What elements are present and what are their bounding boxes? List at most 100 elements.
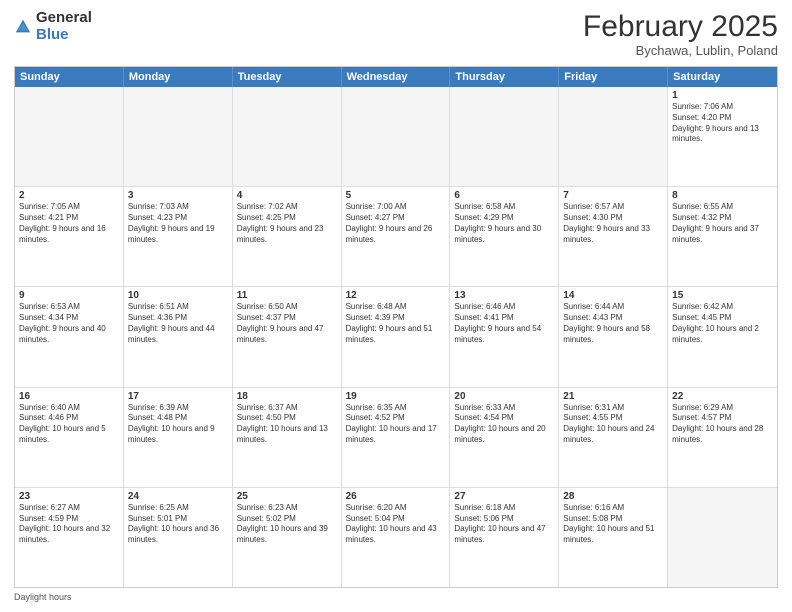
- day-number: 10: [128, 290, 228, 301]
- cell-info: Sunrise: 6:25 AM Sunset: 5:01 PM Dayligh…: [128, 503, 228, 546]
- cell-info: Sunrise: 6:57 AM Sunset: 4:30 PM Dayligh…: [563, 202, 663, 245]
- calendar-row: 23Sunrise: 6:27 AM Sunset: 4:59 PM Dayli…: [15, 487, 777, 587]
- logo-icon: [14, 18, 32, 36]
- calendar-row: 1Sunrise: 7:06 AM Sunset: 4:20 PM Daylig…: [15, 87, 777, 186]
- calendar-cell: [124, 87, 233, 186]
- weekday-header: Saturday: [668, 67, 777, 87]
- day-number: 8: [672, 190, 773, 201]
- day-number: 12: [346, 290, 446, 301]
- cell-info: Sunrise: 6:46 AM Sunset: 4:41 PM Dayligh…: [454, 302, 554, 345]
- cell-info: Sunrise: 6:16 AM Sunset: 5:08 PM Dayligh…: [563, 503, 663, 546]
- calendar-cell: [559, 87, 668, 186]
- day-number: 27: [454, 491, 554, 502]
- day-number: 19: [346, 391, 446, 402]
- footer-note: Daylight hours: [14, 592, 778, 602]
- cell-info: Sunrise: 6:39 AM Sunset: 4:48 PM Dayligh…: [128, 403, 228, 446]
- cell-info: Sunrise: 7:00 AM Sunset: 4:27 PM Dayligh…: [346, 202, 446, 245]
- cell-info: Sunrise: 7:02 AM Sunset: 4:25 PM Dayligh…: [237, 202, 337, 245]
- day-number: 18: [237, 391, 337, 402]
- title-block: February 2025 Bychawa, Lublin, Poland: [583, 10, 778, 58]
- day-number: 25: [237, 491, 337, 502]
- calendar: SundayMondayTuesdayWednesdayThursdayFrid…: [14, 66, 778, 588]
- day-number: 7: [563, 190, 663, 201]
- cell-info: Sunrise: 6:29 AM Sunset: 4:57 PM Dayligh…: [672, 403, 773, 446]
- cell-info: Sunrise: 6:48 AM Sunset: 4:39 PM Dayligh…: [346, 302, 446, 345]
- calendar-cell: 7Sunrise: 6:57 AM Sunset: 4:30 PM Daylig…: [559, 187, 668, 286]
- day-number: 24: [128, 491, 228, 502]
- day-number: 16: [19, 391, 119, 402]
- day-number: 20: [454, 391, 554, 402]
- calendar-cell: 12Sunrise: 6:48 AM Sunset: 4:39 PM Dayli…: [342, 287, 451, 386]
- calendar-cell: 16Sunrise: 6:40 AM Sunset: 4:46 PM Dayli…: [15, 388, 124, 487]
- header: General Blue February 2025 Bychawa, Lubl…: [14, 10, 778, 58]
- calendar-cell: 1Sunrise: 7:06 AM Sunset: 4:20 PM Daylig…: [668, 87, 777, 186]
- weekday-header: Friday: [559, 67, 668, 87]
- cell-info: Sunrise: 6:42 AM Sunset: 4:45 PM Dayligh…: [672, 302, 773, 345]
- day-number: 11: [237, 290, 337, 301]
- day-number: 26: [346, 491, 446, 502]
- day-number: 28: [563, 491, 663, 502]
- logo-general: General: [36, 10, 92, 27]
- cell-info: Sunrise: 6:58 AM Sunset: 4:29 PM Dayligh…: [454, 202, 554, 245]
- day-number: 1: [672, 90, 773, 101]
- calendar-cell: 21Sunrise: 6:31 AM Sunset: 4:55 PM Dayli…: [559, 388, 668, 487]
- calendar-cell: 10Sunrise: 6:51 AM Sunset: 4:36 PM Dayli…: [124, 287, 233, 386]
- day-number: 6: [454, 190, 554, 201]
- cell-info: Sunrise: 6:50 AM Sunset: 4:37 PM Dayligh…: [237, 302, 337, 345]
- day-number: 13: [454, 290, 554, 301]
- day-number: 23: [19, 491, 119, 502]
- weekday-header: Tuesday: [233, 67, 342, 87]
- cell-info: Sunrise: 6:37 AM Sunset: 4:50 PM Dayligh…: [237, 403, 337, 446]
- calendar-cell: 5Sunrise: 7:00 AM Sunset: 4:27 PM Daylig…: [342, 187, 451, 286]
- calendar-cell: 13Sunrise: 6:46 AM Sunset: 4:41 PM Dayli…: [450, 287, 559, 386]
- calendar-cell: 25Sunrise: 6:23 AM Sunset: 5:02 PM Dayli…: [233, 488, 342, 587]
- cell-info: Sunrise: 7:06 AM Sunset: 4:20 PM Dayligh…: [672, 102, 773, 145]
- calendar-cell: [342, 87, 451, 186]
- cell-info: Sunrise: 6:55 AM Sunset: 4:32 PM Dayligh…: [672, 202, 773, 245]
- cell-info: Sunrise: 6:40 AM Sunset: 4:46 PM Dayligh…: [19, 403, 119, 446]
- cell-info: Sunrise: 6:35 AM Sunset: 4:52 PM Dayligh…: [346, 403, 446, 446]
- calendar-cell: 27Sunrise: 6:18 AM Sunset: 5:06 PM Dayli…: [450, 488, 559, 587]
- calendar-row: 16Sunrise: 6:40 AM Sunset: 4:46 PM Dayli…: [15, 387, 777, 487]
- cell-info: Sunrise: 6:33 AM Sunset: 4:54 PM Dayligh…: [454, 403, 554, 446]
- calendar-cell: 9Sunrise: 6:53 AM Sunset: 4:34 PM Daylig…: [15, 287, 124, 386]
- calendar-cell: 4Sunrise: 7:02 AM Sunset: 4:25 PM Daylig…: [233, 187, 342, 286]
- logo-blue: Blue: [36, 27, 92, 44]
- cell-info: Sunrise: 6:51 AM Sunset: 4:36 PM Dayligh…: [128, 302, 228, 345]
- cell-info: Sunrise: 6:20 AM Sunset: 5:04 PM Dayligh…: [346, 503, 446, 546]
- weekday-header: Monday: [124, 67, 233, 87]
- weekday-header: Sunday: [15, 67, 124, 87]
- calendar-cell: [233, 87, 342, 186]
- month-title: February 2025: [583, 10, 778, 43]
- cell-info: Sunrise: 6:27 AM Sunset: 4:59 PM Dayligh…: [19, 503, 119, 546]
- day-number: 5: [346, 190, 446, 201]
- calendar-cell: 11Sunrise: 6:50 AM Sunset: 4:37 PM Dayli…: [233, 287, 342, 386]
- calendar-row: 2Sunrise: 7:05 AM Sunset: 4:21 PM Daylig…: [15, 186, 777, 286]
- day-number: 15: [672, 290, 773, 301]
- calendar-cell: 14Sunrise: 6:44 AM Sunset: 4:43 PM Dayli…: [559, 287, 668, 386]
- calendar-cell: [450, 87, 559, 186]
- calendar-cell: 26Sunrise: 6:20 AM Sunset: 5:04 PM Dayli…: [342, 488, 451, 587]
- calendar-body: 1Sunrise: 7:06 AM Sunset: 4:20 PM Daylig…: [15, 87, 777, 587]
- cell-info: Sunrise: 7:05 AM Sunset: 4:21 PM Dayligh…: [19, 202, 119, 245]
- calendar-cell: 19Sunrise: 6:35 AM Sunset: 4:52 PM Dayli…: [342, 388, 451, 487]
- cell-info: Sunrise: 7:03 AM Sunset: 4:23 PM Dayligh…: [128, 202, 228, 245]
- calendar-cell: [668, 488, 777, 587]
- calendar-cell: 20Sunrise: 6:33 AM Sunset: 4:54 PM Dayli…: [450, 388, 559, 487]
- day-number: 4: [237, 190, 337, 201]
- weekday-header: Wednesday: [342, 67, 451, 87]
- day-number: 2: [19, 190, 119, 201]
- calendar-cell: 17Sunrise: 6:39 AM Sunset: 4:48 PM Dayli…: [124, 388, 233, 487]
- calendar-cell: 18Sunrise: 6:37 AM Sunset: 4:50 PM Dayli…: [233, 388, 342, 487]
- page: General Blue February 2025 Bychawa, Lubl…: [0, 0, 792, 612]
- calendar-header: SundayMondayTuesdayWednesdayThursdayFrid…: [15, 67, 777, 87]
- location: Bychawa, Lublin, Poland: [583, 43, 778, 58]
- cell-info: Sunrise: 6:23 AM Sunset: 5:02 PM Dayligh…: [237, 503, 337, 546]
- cell-info: Sunrise: 6:18 AM Sunset: 5:06 PM Dayligh…: [454, 503, 554, 546]
- calendar-row: 9Sunrise: 6:53 AM Sunset: 4:34 PM Daylig…: [15, 286, 777, 386]
- cell-info: Sunrise: 6:53 AM Sunset: 4:34 PM Dayligh…: [19, 302, 119, 345]
- cell-info: Sunrise: 6:44 AM Sunset: 4:43 PM Dayligh…: [563, 302, 663, 345]
- day-number: 3: [128, 190, 228, 201]
- logo-text: General Blue: [36, 10, 92, 43]
- day-number: 21: [563, 391, 663, 402]
